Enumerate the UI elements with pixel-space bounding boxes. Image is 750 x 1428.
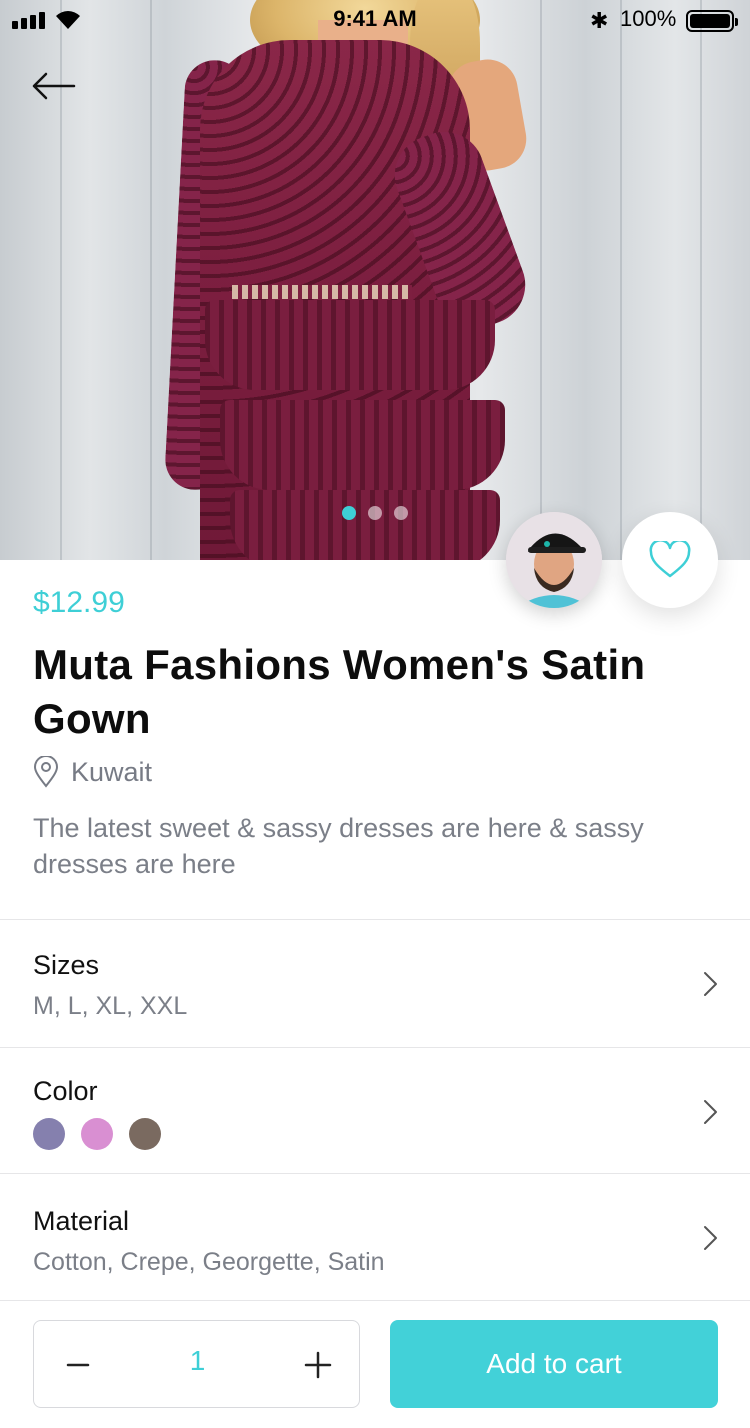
wood-plank-line <box>620 0 622 560</box>
battery-icon <box>686 10 738 32</box>
status-bar: 9:41 AM ✱ 100% <box>0 0 750 40</box>
wood-plank-line <box>150 0 152 560</box>
wood-plank-line <box>700 0 702 560</box>
chevron-right-icon <box>704 1226 717 1250</box>
chevron-right-icon <box>704 972 717 996</box>
product-location: Kuwait <box>33 756 152 788</box>
location-label: Kuwait <box>71 756 153 787</box>
divider <box>0 1300 750 1301</box>
color-option-row[interactable]: Color <box>0 1048 750 1174</box>
favorite-button[interactable] <box>622 512 718 608</box>
product-title: Muta Fashions Women's Satin Gown <box>33 641 646 742</box>
heart-icon <box>649 541 691 578</box>
sizes-label: Sizes <box>33 950 100 980</box>
product-description: The latest sweet & sassy dresses are her… <box>33 813 644 879</box>
seller-avatar[interactable] <box>506 512 602 608</box>
carousel-indicator <box>342 506 408 520</box>
location-pin-icon <box>33 756 59 788</box>
bluetooth-icon: ✱ <box>590 8 609 33</box>
dress-ruffle <box>205 300 495 390</box>
sizes-value: M, L, XL, XXL <box>33 992 188 1020</box>
color-swatch[interactable] <box>129 1118 161 1150</box>
color-swatches <box>33 1118 161 1150</box>
add-to-cart-button[interactable]: Add to cart <box>390 1320 718 1408</box>
carousel-dot[interactable] <box>394 506 408 520</box>
dress-waistband <box>232 285 412 299</box>
wood-plank-line <box>540 0 542 560</box>
product-image[interactable] <box>0 0 750 560</box>
sizes-option-row[interactable]: Sizes M, L, XL, XXL <box>0 920 750 1046</box>
color-label: Color <box>33 1076 98 1106</box>
battery-percentage: 100% <box>620 6 677 31</box>
plus-icon[interactable] <box>296 1343 340 1387</box>
avatar-image <box>506 512 602 608</box>
arrow-left-icon[interactable] <box>30 66 78 106</box>
dress-ruffle <box>220 400 505 490</box>
carousel-dot[interactable] <box>368 506 382 520</box>
material-label: Material <box>33 1206 130 1236</box>
color-swatch[interactable] <box>81 1118 113 1150</box>
product-price: $12.99 <box>33 586 125 619</box>
chevron-right-icon <box>704 1100 717 1124</box>
dress-ruffle <box>230 490 500 560</box>
quantity-stepper: 1 <box>33 1320 360 1408</box>
color-swatch[interactable] <box>33 1118 65 1150</box>
carousel-dot-active[interactable] <box>342 506 356 520</box>
material-value: Cotton, Crepe, Georgette, Satin <box>33 1248 385 1276</box>
material-option-row[interactable]: Material Cotton, Crepe, Georgette, Satin <box>0 1174 750 1300</box>
